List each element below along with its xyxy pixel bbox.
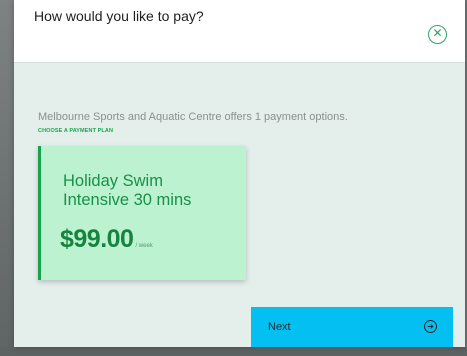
modal-title: How would you like to pay? [34, 8, 204, 24]
close-icon[interactable]: ✕ [428, 25, 447, 44]
plan-price-amount: $99.00 [60, 225, 134, 253]
page-backdrop-bottom [0, 347, 467, 356]
payment-modal: How would you like to pay? ✕ Melbourne S… [14, 0, 465, 347]
next-button-label: Next [268, 321, 291, 333]
section-label: CHOOSE A PAYMENT PLAN [38, 128, 114, 134]
page-backdrop [0, 0, 14, 356]
plan-name: Holiday Swim Intensive 30 mins [63, 172, 192, 209]
payment-plan-card[interactable]: Holiday Swim Intensive 30 mins $99.00/ w… [38, 146, 246, 280]
modal-header: How would you like to pay? ✕ [14, 0, 465, 63]
payment-options-intro: Melbourne Sports and Aquatic Centre offe… [38, 111, 348, 123]
plan-price-period: / week [135, 243, 153, 249]
plan-price: $99.00/ week [60, 225, 153, 254]
next-button[interactable]: Next ➔ [251, 307, 453, 347]
arrow-right-icon: ➔ [424, 320, 437, 333]
